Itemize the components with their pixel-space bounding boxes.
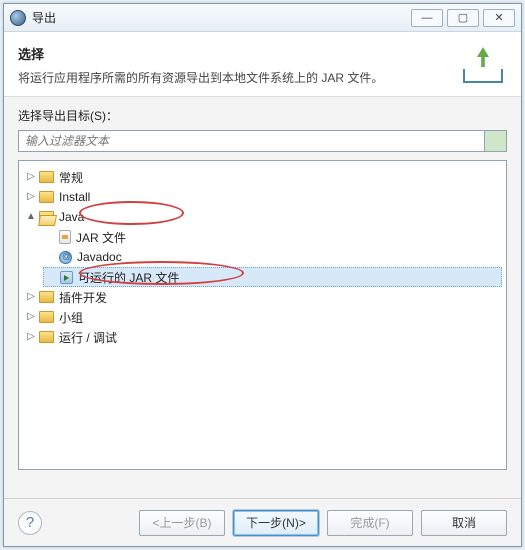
folder-icon bbox=[39, 311, 54, 323]
chevron-right-icon: ▷ bbox=[25, 291, 37, 303]
tree-label: 小组 bbox=[59, 309, 83, 326]
tree-item-rundebug[interactable]: ▷ 运行 / 调试 bbox=[23, 327, 502, 347]
tree-item-team[interactable]: ▷ 小组 bbox=[23, 307, 502, 327]
chevron-right-icon: ▷ bbox=[25, 191, 37, 203]
chevron-right-icon: ▷ bbox=[25, 331, 37, 343]
header-title: 选择 bbox=[18, 44, 459, 63]
runnable-jar-icon bbox=[60, 271, 73, 284]
tree-item-install[interactable]: ▷ Install bbox=[23, 187, 502, 207]
window-title: 导出 bbox=[32, 9, 411, 26]
tree-label: 常规 bbox=[59, 169, 83, 186]
filter-row bbox=[18, 130, 507, 152]
chevron-right-icon: ▷ bbox=[25, 311, 37, 323]
tree-label: 可运行的 JAR 文件 bbox=[78, 269, 179, 286]
titlebar: 导出 — ▢ ✕ bbox=[4, 4, 521, 32]
export-dialog: 导出 — ▢ ✕ 选择 将运行应用程序所需的所有资源导出到本地文件系统上的 JA… bbox=[3, 3, 522, 547]
close-button[interactable]: ✕ bbox=[483, 9, 515, 27]
chevron-down-icon: ▲ bbox=[25, 211, 37, 223]
tree-item-plugindev[interactable]: ▷ 插件开发 bbox=[23, 287, 502, 307]
back-button[interactable]: <上一步(B) bbox=[139, 510, 225, 536]
wizard-body: 选择导出目标(S)： ▷ 常规 ▷ Install bbox=[4, 97, 521, 470]
header-description: 将运行应用程序所需的所有资源导出到本地文件系统上的 JAR 文件。 bbox=[18, 69, 459, 86]
export-tree[interactable]: ▷ 常规 ▷ Install ▲ Java bbox=[18, 160, 507, 470]
wizard-button-bar: ? <上一步(B) 下一步(N)> 完成(F) 取消 bbox=[4, 498, 521, 546]
maximize-button[interactable]: ▢ bbox=[447, 9, 479, 27]
tree-item-general[interactable]: ▷ 常规 bbox=[23, 167, 502, 187]
tree-item-runnable-jar[interactable]: 可运行的 JAR 文件 bbox=[43, 267, 502, 287]
folder-icon bbox=[39, 291, 54, 303]
chevron-right-icon: ▷ bbox=[25, 171, 37, 183]
tree-item-java[interactable]: ▲ Java bbox=[23, 207, 502, 227]
tree-label: Java bbox=[59, 210, 84, 224]
tree-label: JAR 文件 bbox=[76, 229, 126, 246]
target-label: 选择导出目标(S)： bbox=[18, 107, 507, 124]
jar-icon bbox=[59, 230, 71, 244]
window-controls: — ▢ ✕ bbox=[411, 9, 517, 27]
finish-button[interactable]: 完成(F) bbox=[327, 510, 413, 536]
tree-label: 插件开发 bbox=[59, 289, 107, 306]
wizard-header: 选择 将运行应用程序所需的所有资源导出到本地文件系统上的 JAR 文件。 bbox=[4, 32, 521, 97]
javadoc-icon bbox=[59, 251, 72, 264]
filter-input[interactable] bbox=[18, 130, 485, 152]
tree-label: 运行 / 调试 bbox=[59, 329, 117, 346]
folder-open-icon bbox=[39, 211, 54, 223]
tree-item-jar-file[interactable]: JAR 文件 bbox=[43, 227, 502, 247]
clear-filter-button[interactable] bbox=[485, 130, 507, 152]
folder-icon bbox=[39, 191, 54, 203]
minimize-button[interactable]: — bbox=[411, 9, 443, 27]
tree-label: Install bbox=[59, 190, 90, 204]
next-button[interactable]: 下一步(N)> bbox=[233, 510, 319, 536]
folder-icon bbox=[39, 331, 54, 343]
export-icon bbox=[459, 45, 507, 85]
help-button[interactable]: ? bbox=[18, 511, 42, 535]
cancel-button[interactable]: 取消 bbox=[421, 510, 507, 536]
folder-icon bbox=[39, 171, 54, 183]
eclipse-icon bbox=[10, 10, 26, 26]
tree-label: Javadoc bbox=[77, 250, 122, 264]
tree-item-javadoc[interactable]: Javadoc bbox=[43, 247, 502, 267]
